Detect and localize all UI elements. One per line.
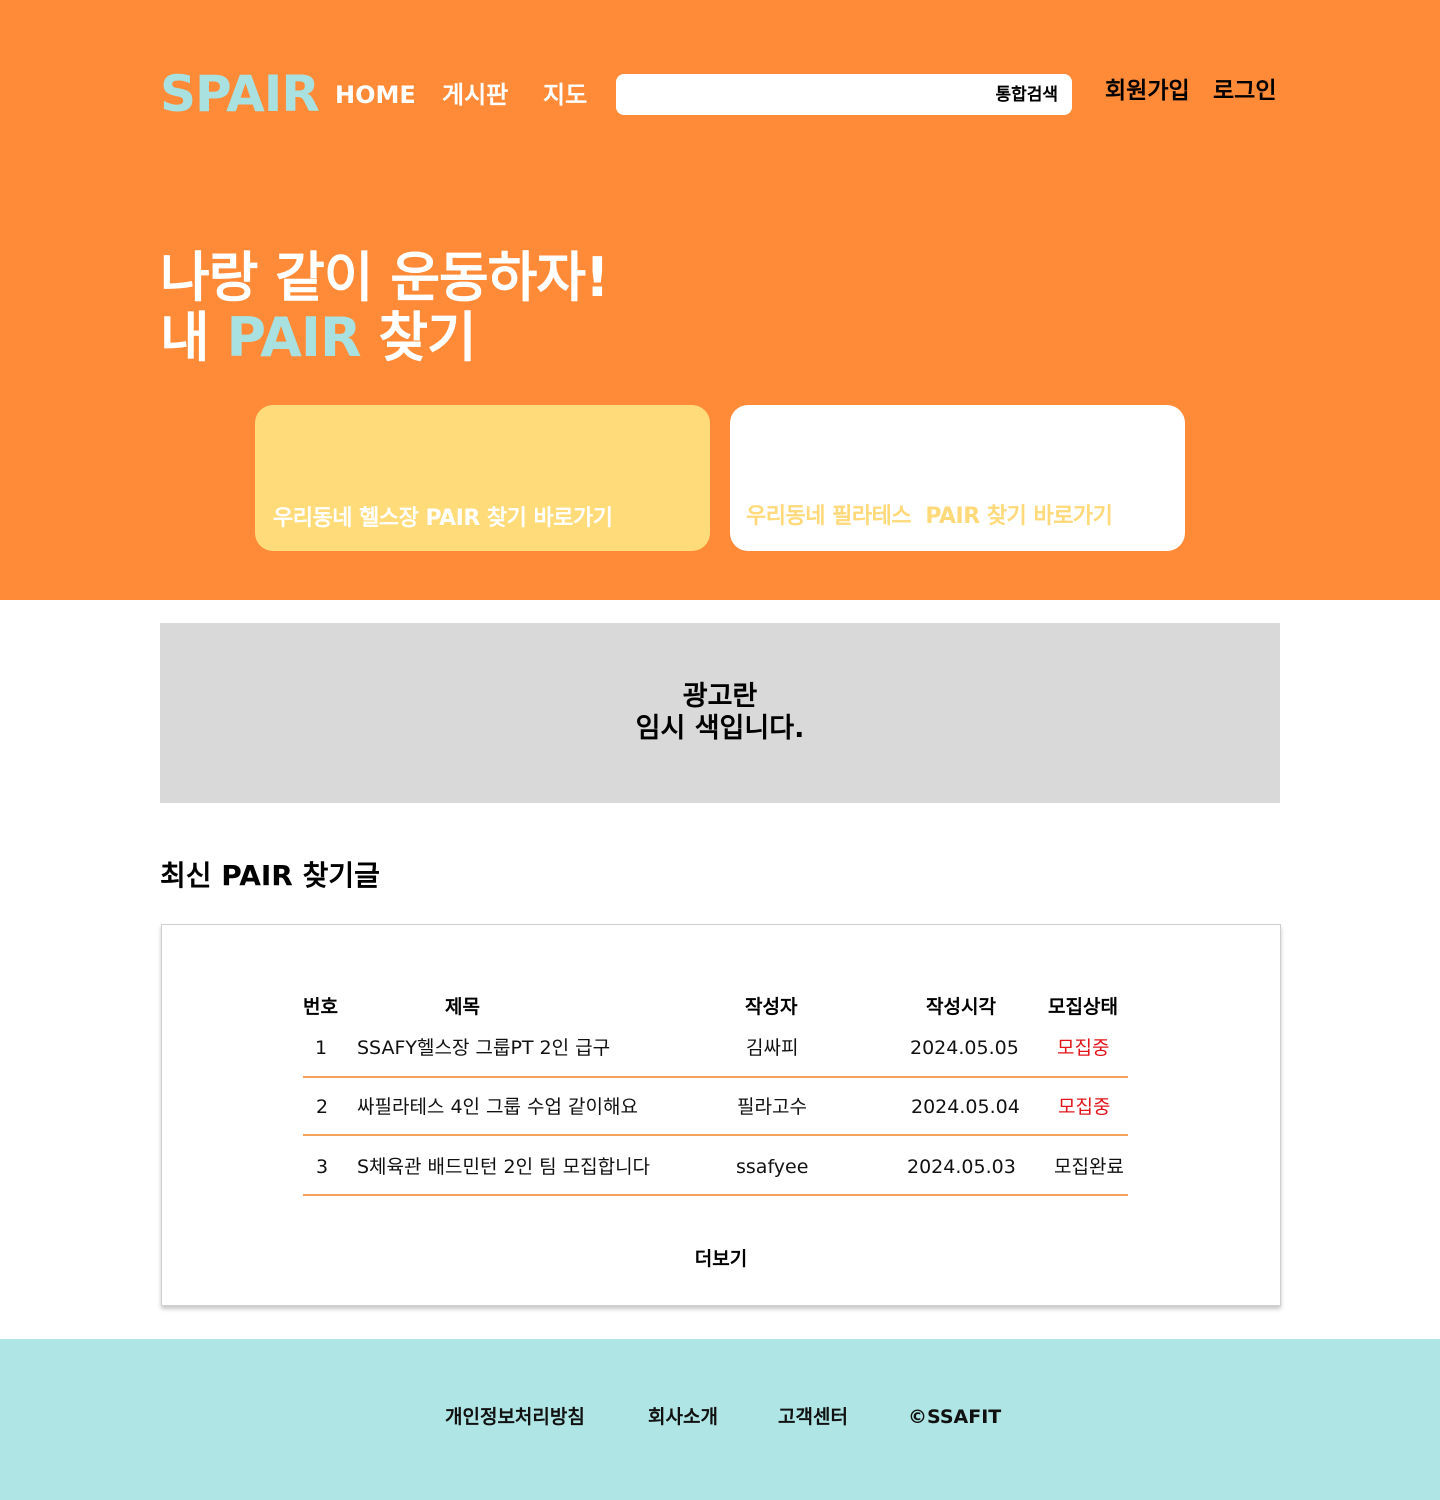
logo[interactable]: SPAIR [160, 66, 320, 122]
row-number: 3 [316, 1156, 329, 1178]
hero-line-2-suffix: 찾기 [360, 306, 476, 369]
col-header-time: 작성시각 [926, 996, 996, 1018]
table-row[interactable]: 1 SSAFY헬스장 그룹PT 2인 급구 김싸피 2024.05.05 모집중 [303, 1020, 1128, 1078]
row-time: 2024.05.04 [911, 1096, 1020, 1118]
search-bar: 통합검색 [616, 74, 1072, 115]
row-title[interactable]: 싸필라테스 4인 그룹 수업 같이해요 [357, 1095, 638, 1119]
hero-pair-highlight: PAIR [226, 306, 361, 369]
row-title[interactable]: SSAFY헬스장 그룹PT 2인 급구 [357, 1036, 610, 1060]
ad-line-1: 광고란 [682, 681, 758, 712]
row-number: 1 [315, 1037, 328, 1059]
customer-center-link[interactable]: 고객센터 [778, 1405, 848, 1429]
row-author: 필라고수 [737, 1096, 807, 1118]
hero-headline: 나랑 같이 운동하자! 내 PAIR 찾기 [160, 246, 610, 369]
gym-pair-card[interactable]: 우리동네 헬스장 PAIR 찾기 바로가기 [255, 405, 710, 551]
privacy-policy-link[interactable]: 개인정보처리방침 [445, 1405, 585, 1429]
ad-line-2: 임시 색입니다. [635, 713, 805, 744]
nav-map[interactable]: 지도 [543, 80, 587, 110]
row-status: 모집중 [1058, 1096, 1111, 1118]
row-author: 김싸피 [746, 1037, 799, 1059]
pilates-pair-card-label: 우리동네 필라테스 PAIR 찾기 바로가기 [746, 504, 1113, 529]
table-row[interactable]: 2 싸필라테스 4인 그룹 수업 같이해요 필라고수 2024.05.04 모집… [303, 1078, 1128, 1136]
footer: 개인정보처리방침 회사소개 고객센터 ©SSAFIT [0, 1339, 1440, 1500]
gym-pair-card-label: 우리동네 헬스장 PAIR 찾기 바로가기 [273, 506, 613, 531]
row-title[interactable]: S체육관 배드민턴 2인 팀 모집합니다 [357, 1155, 650, 1179]
col-header-title: 제목 [445, 996, 480, 1018]
search-button[interactable]: 통합검색 [995, 84, 1058, 106]
col-header-author: 작성자 [745, 996, 798, 1018]
login-link[interactable]: 로그인 [1213, 76, 1276, 106]
recent-posts-title: 최신 PAIR 찾기글 [160, 859, 380, 892]
table-row[interactable]: 3 S체육관 배드민턴 2인 팀 모집합니다 ssafyee 2024.05.0… [303, 1138, 1128, 1196]
hero-section: SPAIR HOME 게시판 지도 통합검색 회원가입 로그인 나랑 같이 운동… [0, 0, 1440, 600]
company-info-link[interactable]: 회사소개 [648, 1405, 718, 1429]
nav-board[interactable]: 게시판 [442, 80, 508, 110]
row-status: 모집완료 [1054, 1156, 1124, 1178]
row-time: 2024.05.05 [910, 1037, 1019, 1059]
copyright-text: ©SSAFIT [908, 1406, 1002, 1428]
col-header-number: 번호 [303, 996, 338, 1018]
row-author: ssafyee [736, 1156, 809, 1178]
signup-link[interactable]: 회원가입 [1105, 76, 1190, 106]
recent-posts-board: 번호 제목 작성자 작성시각 모집상태 1 SSAFY헬스장 그룹PT 2인 급… [161, 924, 1281, 1306]
ad-banner: 광고란 임시 색입니다. [160, 623, 1280, 803]
row-status: 모집중 [1057, 1037, 1110, 1059]
row-number: 2 [316, 1096, 329, 1118]
row-time: 2024.05.03 [907, 1156, 1016, 1178]
hero-line-2-prefix: 내 [160, 306, 227, 369]
nav-home[interactable]: HOME [335, 80, 416, 110]
more-button[interactable]: 더보기 [162, 1247, 1280, 1271]
pilates-pair-card[interactable]: 우리동네 필라테스 PAIR 찾기 바로가기 [730, 405, 1185, 551]
search-input[interactable] [630, 82, 980, 108]
hero-line-1: 나랑 같이 운동하자! [160, 246, 610, 309]
col-header-status: 모집상태 [1048, 996, 1118, 1018]
